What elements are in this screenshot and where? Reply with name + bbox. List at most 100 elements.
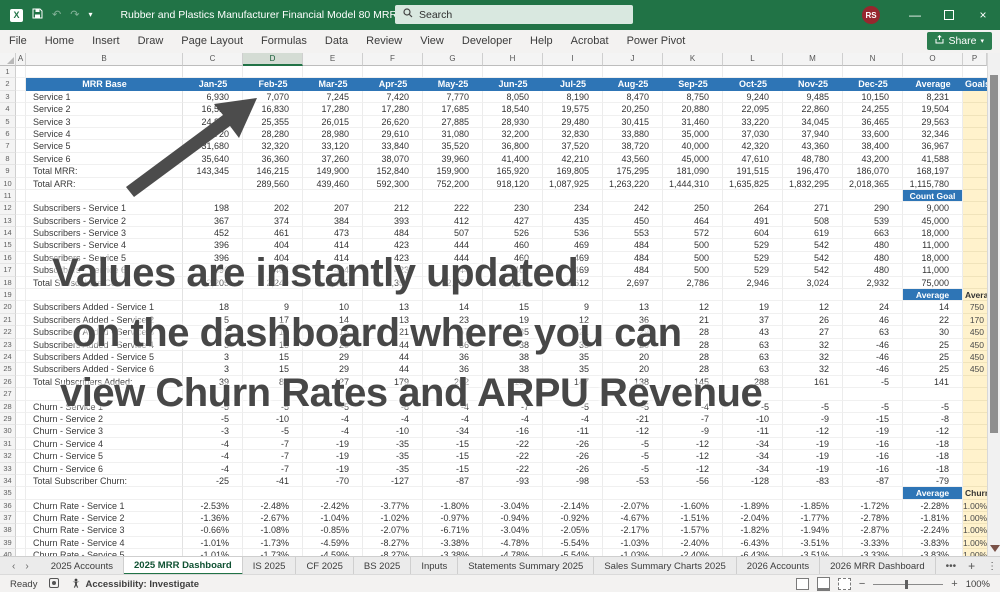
cell[interactable]	[663, 189, 723, 203]
cell[interactable]: 43	[723, 326, 783, 339]
month-header[interactable]: Sep-25	[663, 78, 723, 91]
month-header[interactable]: Dec-25	[843, 78, 903, 91]
cell[interactable]	[423, 66, 483, 79]
cell[interactable]: -2.40%	[663, 536, 723, 550]
sheet-tab-sales-summary-charts-2025[interactable]: Sales Summary Charts 2025	[594, 557, 737, 575]
cell[interactable]: 480	[843, 239, 903, 252]
cell[interactable]: 6,930	[183, 90, 243, 104]
cell[interactable]: 196,470	[783, 165, 843, 178]
cell[interactable]: -70	[303, 474, 363, 488]
cell[interactable]	[243, 189, 303, 203]
close-button[interactable]: ×	[966, 0, 1000, 30]
cell[interactable]: -7	[243, 450, 303, 463]
cell[interactable]: 9,485	[783, 90, 843, 104]
cell[interactable]: -15	[423, 437, 483, 451]
cell[interactable]: 26,015	[303, 115, 363, 128]
month-header[interactable]: Jun-25	[483, 78, 543, 91]
row-number[interactable]: 15	[0, 239, 16, 252]
cell[interactable]	[843, 189, 903, 203]
qat-customize-icon[interactable]: ▾	[88, 11, 92, 19]
cell[interactable]: -5	[603, 437, 663, 451]
cell-goal[interactable]	[963, 251, 987, 265]
cell[interactable]	[26, 66, 183, 79]
cell-average[interactable]: -79	[903, 474, 963, 488]
cell[interactable]: 43,200	[843, 152, 903, 166]
sheet-tab-2026-accounts[interactable]: 2026 Accounts	[737, 557, 821, 575]
cell[interactable]: -12	[663, 462, 723, 475]
cell[interactable]	[543, 487, 603, 500]
cell[interactable]: 16,515	[183, 103, 243, 116]
row-label[interactable]: Service 5	[26, 140, 183, 153]
cell-goal[interactable]	[963, 152, 987, 166]
more-sheets-icon[interactable]: •••	[946, 561, 957, 572]
cell-average[interactable]: 36,967	[903, 140, 963, 153]
cell[interactable]	[16, 338, 26, 351]
cell[interactable]: 2,932	[843, 276, 903, 290]
cell[interactable]: 33,840	[363, 140, 423, 153]
row-label[interactable]: Subscribers - Service 2	[26, 214, 183, 228]
cell[interactable]	[16, 474, 26, 488]
row-label[interactable]: Service 4	[26, 127, 183, 141]
cell[interactable]	[16, 301, 26, 314]
cell-average[interactable]: -1.81%	[903, 512, 963, 525]
cell[interactable]: -2.78%	[843, 512, 903, 525]
cell-goal[interactable]	[963, 103, 987, 116]
cell[interactable]: -4	[303, 425, 363, 438]
cell[interactable]: -15	[423, 462, 483, 475]
cell[interactable]: -22	[483, 437, 543, 451]
cell[interactable]: 22,860	[783, 103, 843, 116]
cell[interactable]: -25	[183, 474, 243, 488]
cell[interactable]: 28,980	[303, 127, 363, 141]
cell[interactable]	[663, 487, 723, 500]
cell[interactable]	[16, 90, 26, 104]
cell[interactable]: 8,750	[663, 90, 723, 104]
row-number[interactable]: 14	[0, 227, 16, 240]
row-number[interactable]: 27	[0, 388, 16, 401]
cell[interactable]: 427	[483, 214, 543, 228]
cell[interactable]: 619	[783, 227, 843, 240]
cell[interactable]: -19	[303, 462, 363, 475]
cell-average[interactable]: 8,231	[903, 90, 963, 104]
row-number[interactable]: 6	[0, 127, 16, 141]
zoom-slider-thumb[interactable]	[905, 579, 909, 589]
cell[interactable]: -15	[843, 412, 903, 426]
cell[interactable]: 37,260	[303, 152, 363, 166]
month-header[interactable]: May-25	[423, 78, 483, 91]
cell[interactable]	[423, 487, 483, 500]
row-label[interactable]: Service 2	[26, 103, 183, 116]
row-label[interactable]: Churn - Service 3	[26, 425, 183, 438]
cell[interactable]: -2.48%	[243, 499, 303, 513]
column-header-C[interactable]: C	[183, 53, 243, 66]
cell-goal[interactable]	[963, 450, 987, 463]
cell[interactable]	[16, 103, 26, 116]
cell[interactable]: 31,080	[423, 127, 483, 141]
row-number[interactable]: 21	[0, 313, 16, 327]
cell[interactable]: 500	[663, 251, 723, 265]
cell[interactable]: 500	[663, 264, 723, 277]
row-number[interactable]: 29	[0, 412, 16, 426]
month-header[interactable]: Jan-25	[183, 78, 243, 91]
ribbon-tab-acrobat[interactable]: Acrobat	[562, 30, 618, 53]
cell[interactable]	[16, 214, 26, 228]
cell[interactable]: 20,250	[603, 103, 663, 116]
cell[interactable]	[16, 350, 26, 364]
cell[interactable]: 374	[243, 214, 303, 228]
cell[interactable]: -34	[423, 425, 483, 438]
cell[interactable]	[16, 251, 26, 265]
cell[interactable]	[16, 189, 26, 203]
cell[interactable]	[16, 78, 26, 91]
cell-goal[interactable]: 450	[963, 363, 987, 376]
cell-goal[interactable]	[963, 437, 987, 451]
cell[interactable]: -12	[663, 450, 723, 463]
cell[interactable]: -3.38%	[423, 549, 483, 556]
row-label[interactable]: Churn Rate - Service 5	[26, 549, 183, 556]
tab-scroll-right-icon[interactable]: ›	[25, 561, 28, 572]
cell-average[interactable]: 30	[903, 326, 963, 339]
cell[interactable]	[26, 487, 183, 500]
cell[interactable]: 918,120	[483, 177, 543, 190]
cell[interactable]: 48,780	[783, 152, 843, 166]
row-number[interactable]: 17	[0, 264, 16, 277]
cell[interactable]	[16, 115, 26, 128]
cell-goal[interactable]	[963, 115, 987, 128]
row-number[interactable]: 30	[0, 425, 16, 438]
